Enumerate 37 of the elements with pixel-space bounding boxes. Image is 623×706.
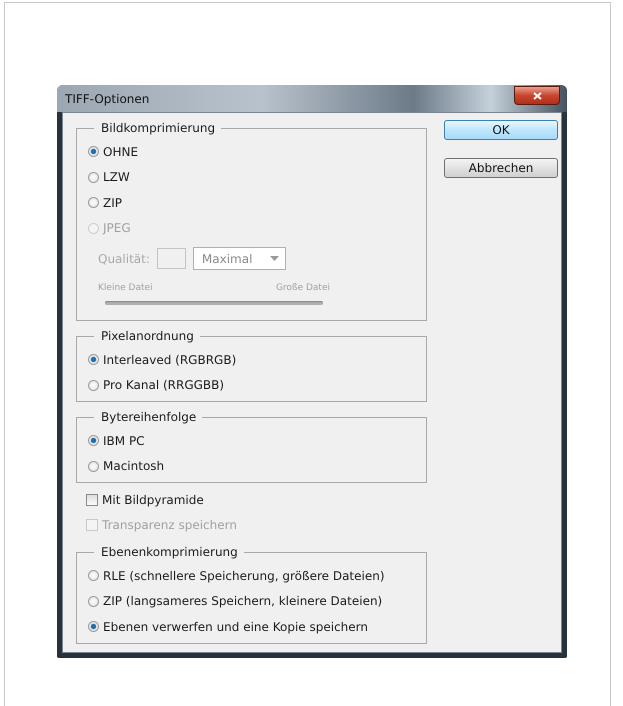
option-label: LZW [103, 170, 130, 184]
radio-button[interactable] [88, 460, 99, 472]
group-title: Pixelanordnung [94, 328, 200, 344]
radio-button[interactable] [88, 146, 99, 158]
max-label: Große Datei [276, 283, 330, 293]
radio-button[interactable] [88, 435, 99, 446]
min-label: Kleine Datei [98, 283, 153, 293]
close-button[interactable] [514, 86, 560, 105]
radio-button[interactable] [88, 380, 99, 391]
radio-button[interactable] [88, 596, 99, 607]
option-label: Macintosh [103, 459, 164, 474]
group-title: Bildkomprimierung [94, 120, 222, 136]
quality-label: Qualität: [98, 252, 150, 266]
checkbox-label: Mit Bildpyramide [102, 492, 204, 506]
option-label: ZIP [103, 196, 122, 210]
option-label: RLE (schnellere Speicherung, größere Dateien) [103, 568, 385, 583]
radio-button[interactable] [88, 197, 99, 208]
option-label: ZIP (langsameres Speichern, kleinere Dateien) [103, 594, 382, 608]
window-title: TIFF-Optionen [65, 92, 150, 106]
option-label: IBM PC [103, 434, 145, 448]
checkbox[interactable] [86, 494, 98, 506]
close-icon [532, 92, 542, 100]
group-title: Ebenenkomprimierung [94, 544, 244, 560]
radio-button[interactable] [88, 621, 99, 632]
dialog-button[interactable]: OK [444, 120, 558, 140]
checkbox-label: Transparenz speichern [102, 518, 237, 532]
radio-button[interactable] [88, 354, 99, 366]
option-label: Interleaved (RGBRGB) [103, 352, 236, 367]
option-label: JPEG [103, 221, 131, 236]
option-label: Ebenen verwerfen und eine Kopie speichern [103, 620, 368, 634]
group-title: Bytereihenfolge [94, 409, 202, 425]
option-label: Pro Kanal (RRGGBB) [103, 378, 224, 392]
option-label: OHNE [103, 144, 138, 159]
dialog-button[interactable]: Abbrechen [444, 158, 558, 178]
radio-button[interactable] [88, 570, 99, 582]
radio-button[interactable] [88, 172, 99, 183]
caret-icon [270, 256, 279, 261]
